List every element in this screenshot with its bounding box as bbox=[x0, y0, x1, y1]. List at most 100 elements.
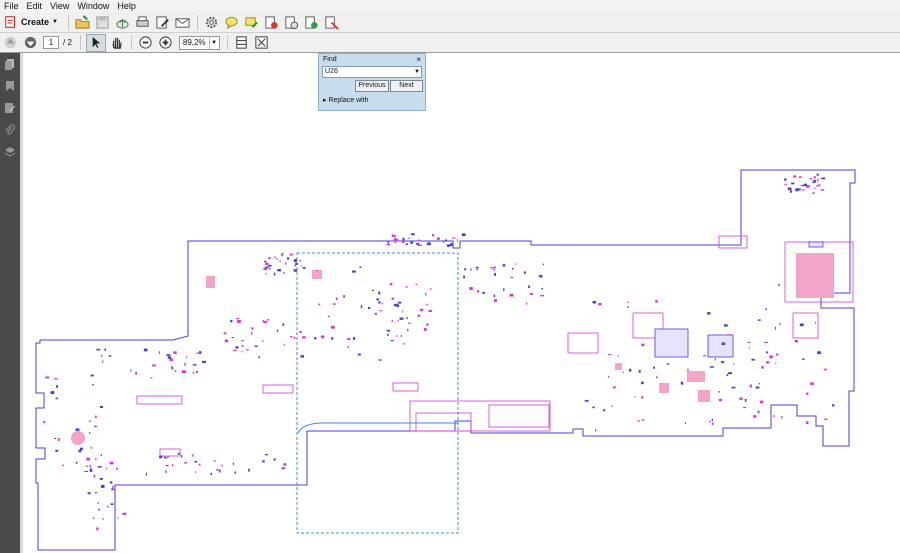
pcb-part-mark bbox=[294, 258, 297, 260]
pcb-part-mark bbox=[477, 290, 479, 293]
pcb-part-mark bbox=[170, 365, 173, 368]
pcb-part-mark bbox=[757, 319, 761, 321]
pcb-part-mark bbox=[724, 324, 728, 327]
page-number-input[interactable]: 1 bbox=[43, 36, 59, 49]
pcb-part-mark bbox=[166, 354, 171, 356]
pcb-part-mark bbox=[391, 319, 393, 323]
pcb-part-mark bbox=[328, 315, 330, 317]
find-previous-button[interactable]: Previous bbox=[355, 80, 389, 92]
pcb-part-mark bbox=[192, 453, 194, 457]
share-button[interactable] bbox=[303, 14, 321, 30]
pages-panel-button[interactable] bbox=[0, 53, 20, 75]
pcb-part-mark bbox=[493, 294, 496, 298]
zoom-value: 89,2% bbox=[182, 38, 206, 47]
open-button[interactable] bbox=[74, 14, 92, 30]
menu-file[interactable]: File bbox=[0, 1, 23, 11]
zoom-in-button[interactable] bbox=[157, 35, 175, 51]
pcb-part-mark bbox=[109, 481, 113, 484]
sign-button[interactable] bbox=[283, 14, 301, 30]
email-button[interactable] bbox=[174, 14, 192, 30]
attachments-panel-button[interactable] bbox=[0, 119, 20, 141]
upload-button[interactable] bbox=[114, 14, 132, 30]
print-button[interactable] bbox=[134, 14, 152, 30]
pcb-part-mark bbox=[817, 178, 819, 182]
full-screen-button[interactable] bbox=[253, 35, 271, 51]
save-button[interactable] bbox=[94, 14, 112, 30]
zoom-out-button[interactable] bbox=[137, 35, 155, 51]
pcb-part-mark bbox=[502, 264, 506, 267]
find-next-button[interactable]: Next bbox=[390, 80, 423, 92]
prev-page-button[interactable] bbox=[1, 35, 19, 51]
menu-help[interactable]: Help bbox=[113, 1, 140, 11]
main-toolbar: Create ▼ bbox=[0, 12, 900, 33]
document-stamp-icon bbox=[265, 15, 279, 29]
hand-tool-button[interactable] bbox=[108, 35, 126, 51]
gear-icon bbox=[206, 16, 218, 28]
pcb-part-mark bbox=[420, 308, 424, 312]
pcb-part-mark bbox=[607, 354, 612, 356]
pcb-part-mark bbox=[331, 337, 334, 340]
close-icon[interactable]: × bbox=[416, 55, 421, 64]
stamp-button[interactable] bbox=[263, 14, 281, 30]
pcb-part-mark bbox=[528, 285, 531, 289]
pcb-part-mark bbox=[428, 310, 433, 312]
menu-edit[interactable]: Edit bbox=[23, 1, 47, 11]
pcb-part-mark bbox=[75, 461, 78, 464]
menu-window[interactable]: Window bbox=[73, 1, 113, 11]
secure-button[interactable] bbox=[323, 14, 341, 30]
pcb-part-mark bbox=[50, 391, 55, 394]
pcb-part-mark bbox=[234, 471, 237, 474]
pcb-part-mark bbox=[416, 242, 420, 245]
pcb-part-mark bbox=[732, 363, 735, 365]
pcb-part-mark bbox=[779, 322, 781, 326]
pcb-part-mark bbox=[469, 287, 473, 290]
pcb-part-mark bbox=[273, 256, 277, 258]
next-page-button[interactable] bbox=[21, 35, 39, 51]
pcb-part-mark bbox=[775, 362, 777, 365]
pcb-part-mark bbox=[392, 235, 396, 238]
document-area[interactable] bbox=[20, 53, 900, 553]
pcb-part-mark bbox=[475, 266, 479, 269]
pcb-part-mark bbox=[641, 343, 645, 347]
navigation-panel bbox=[0, 53, 20, 553]
highlight-button[interactable] bbox=[243, 14, 261, 30]
menu-view[interactable]: View bbox=[46, 1, 73, 11]
find-input[interactable]: U26 ▼ bbox=[322, 66, 422, 78]
pcb-part-mark bbox=[335, 297, 338, 300]
pcb-part-mark bbox=[302, 267, 306, 269]
pcb-part-mark bbox=[90, 446, 92, 449]
document-secure-icon bbox=[325, 15, 340, 30]
pcb-part-mark bbox=[96, 348, 101, 351]
pcb-part-mark bbox=[747, 341, 751, 343]
settings-button[interactable] bbox=[203, 14, 221, 30]
comment-button[interactable] bbox=[223, 14, 241, 30]
pcb-part-mark bbox=[283, 463, 287, 466]
chevron-down-icon[interactable]: ▼ bbox=[414, 67, 420, 77]
pcb-part-mark bbox=[812, 192, 815, 194]
pcb-part-mark bbox=[108, 355, 112, 357]
find-query: U26 bbox=[325, 68, 338, 75]
pcb-part-mark bbox=[171, 366, 174, 370]
document-share-icon bbox=[305, 15, 319, 29]
pcb-part-mark bbox=[195, 370, 198, 373]
pcb-part-mark bbox=[634, 396, 636, 398]
pcb-part-mark bbox=[638, 370, 641, 373]
signatures-panel-button[interactable] bbox=[0, 97, 20, 119]
pcb-part-mark bbox=[97, 502, 99, 504]
create-button[interactable]: Create ▼ bbox=[4, 15, 58, 29]
edit-button[interactable] bbox=[154, 14, 172, 30]
layers-panel-button[interactable] bbox=[0, 141, 20, 163]
chevron-down-icon: ▼ bbox=[52, 19, 58, 25]
fit-page-button[interactable] bbox=[233, 35, 251, 51]
pcb-part-mark bbox=[293, 269, 298, 272]
replace-toggle[interactable]: ▸ Replace with bbox=[323, 96, 369, 104]
pcb-part-mark bbox=[289, 253, 293, 256]
pcb-part-mark bbox=[273, 458, 276, 461]
pcb-part-mark bbox=[184, 363, 186, 366]
select-tool-button[interactable] bbox=[85, 33, 106, 52]
pcb-part-mark bbox=[641, 381, 644, 385]
zoom-select[interactable]: 89,2% ▼ bbox=[178, 35, 220, 50]
bookmarks-panel-button[interactable] bbox=[0, 75, 20, 97]
pcb-part-mark bbox=[165, 470, 167, 473]
pcb-part-mark bbox=[277, 269, 281, 272]
